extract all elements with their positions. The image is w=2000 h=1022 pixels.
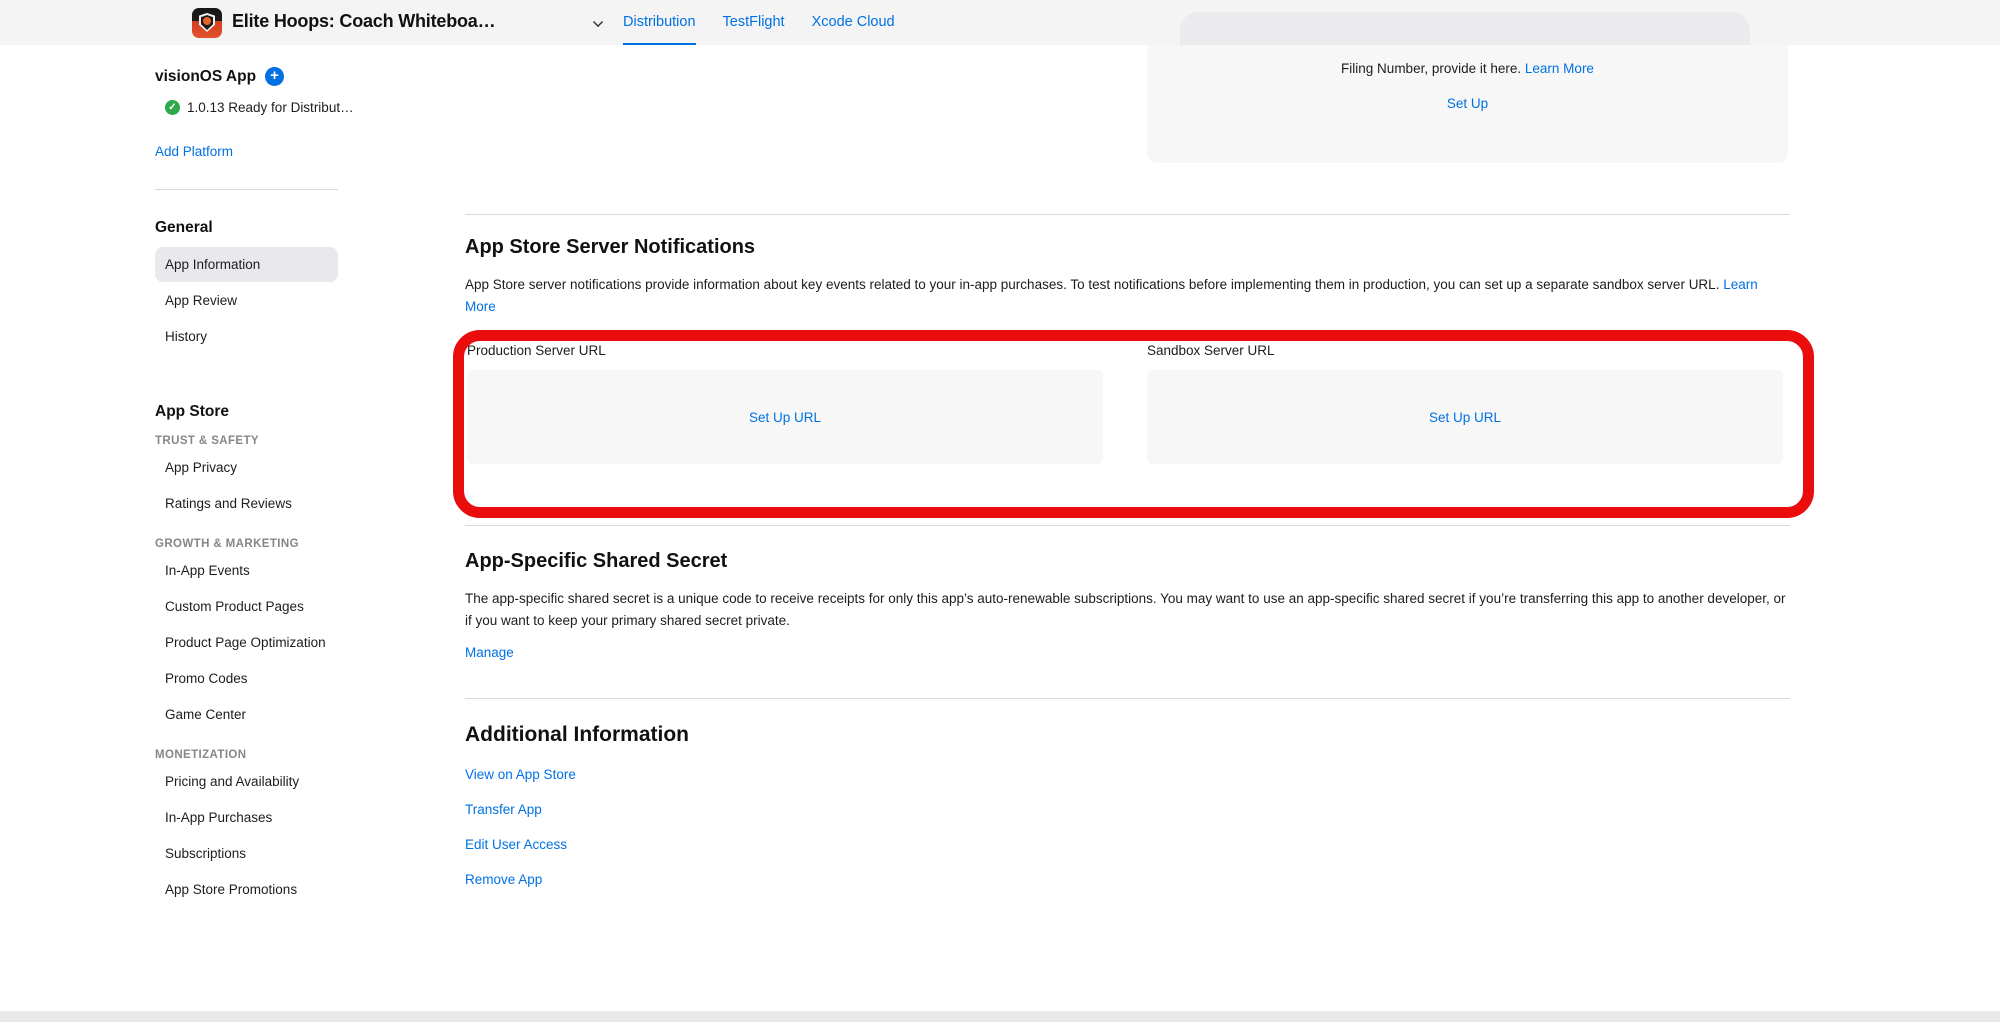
shared-secret-description: The app-specific shared secret is a uniq… [465, 588, 1790, 631]
add-platform-link[interactable]: Add Platform [155, 144, 233, 159]
footer-bar [0, 1011, 2000, 1022]
filing-card-top-edge [1180, 12, 1750, 45]
filing-learn-more-link[interactable]: Learn More [1525, 61, 1594, 76]
sandbox-url-panel: Set Up URL [1147, 370, 1783, 464]
main-tabs: Distribution TestFlight Xcode Cloud [623, 0, 895, 45]
remove-app-link[interactable]: Remove App [465, 872, 542, 887]
filing-card-message: Filing Number, provide it here. Learn Mo… [1147, 61, 1788, 76]
sidebar-item-in-app-events[interactable]: In-App Events [155, 553, 338, 588]
sidebar-item-pricing-availability[interactable]: Pricing and Availability [155, 764, 338, 799]
sidebar-item-app-privacy[interactable]: App Privacy [155, 450, 338, 485]
sidebar-item-custom-product-pages[interactable]: Custom Product Pages [155, 589, 338, 624]
ready-check-icon: ✓ [165, 100, 180, 115]
additional-information-title: Additional Information [465, 723, 1790, 747]
view-on-app-store-link[interactable]: View on App Store [465, 767, 576, 782]
sidebar-item-history[interactable]: History [155, 319, 338, 354]
platform-name: visionOS App [155, 68, 256, 86]
sidebar-item-game-center[interactable]: Game Center [155, 697, 338, 732]
server-notifications-title: App Store Server Notifications [465, 236, 1790, 259]
tab-xcode-cloud[interactable]: Xcode Cloud [812, 0, 895, 45]
sidebar-group-app-store: App Store [155, 403, 338, 421]
production-url-panel: Set Up URL [467, 370, 1103, 464]
sidebar-item-app-review[interactable]: App Review [155, 283, 338, 318]
sidebar-group-general: General [155, 219, 338, 237]
section-divider [465, 525, 1790, 526]
sidebar-item-in-app-purchases[interactable]: In-App Purchases [155, 800, 338, 835]
tab-distribution[interactable]: Distribution [623, 0, 696, 45]
sidebar-item-product-page-optimization[interactable]: Product Page Optimization [155, 625, 338, 660]
production-server-url-label: Production Server URL [467, 343, 1103, 358]
main-content: App Store Server Notifications App Store… [465, 45, 1790, 907]
production-url-column: Production Server URL Set Up URL [467, 343, 1103, 464]
chevron-down-icon[interactable] [593, 17, 603, 27]
sidebar-subgroup-monetization: MONETIZATION [155, 749, 338, 761]
transfer-app-link[interactable]: Transfer App [465, 802, 542, 817]
app-title[interactable]: Elite Hoops: Coach Whiteboa… [232, 11, 495, 32]
sidebar-item-subscriptions[interactable]: Subscriptions [155, 836, 338, 871]
sidebar-subgroup-growth-marketing: GROWTH & MARKETING [155, 538, 338, 550]
sandbox-server-url-label: Sandbox Server URL [1147, 343, 1783, 358]
shared-secret-title: App-Specific Shared Secret [465, 550, 1790, 573]
server-url-row: Production Server URL Set Up URL Sandbox… [465, 343, 1790, 464]
sandbox-set-up-url-link[interactable]: Set Up URL [1429, 410, 1501, 425]
sidebar-item-promo-codes[interactable]: Promo Codes [155, 661, 338, 696]
sidebar-item-ratings-reviews[interactable]: Ratings and Reviews [155, 486, 338, 521]
filing-set-up-link[interactable]: Set Up [1447, 96, 1488, 111]
section-divider [465, 698, 1790, 699]
production-set-up-url-link[interactable]: Set Up URL [749, 410, 821, 425]
tab-testflight[interactable]: TestFlight [723, 0, 785, 45]
version-status: 1.0.13 Ready for Distribut… [187, 100, 354, 115]
top-header: Elite Hoops: Coach Whiteboa… Distributio… [0, 0, 2000, 45]
basketball-icon [203, 17, 211, 25]
sandbox-url-column: Sandbox Server URL Set Up URL [1147, 343, 1783, 464]
sidebar-divider [155, 189, 338, 190]
sidebar: visionOS App + ✓ 1.0.13 Ready for Distri… [155, 45, 338, 907]
add-platform-plus-icon[interactable]: + [265, 67, 284, 86]
filing-number-card: Filing Number, provide it here. Learn Mo… [1147, 45, 1788, 163]
manage-link[interactable]: Manage [465, 645, 514, 660]
version-row[interactable]: ✓ 1.0.13 Ready for Distribut… [165, 100, 338, 115]
sidebar-subgroup-trust-safety: TRUST & SAFETY [155, 435, 338, 447]
additional-links: View on App Store Transfer App Edit User… [465, 767, 1790, 907]
edit-user-access-link[interactable]: Edit User Access [465, 837, 567, 852]
sidebar-item-app-information[interactable]: App Information [155, 247, 338, 282]
app-icon[interactable] [192, 8, 222, 38]
sidebar-item-app-store-promotions[interactable]: App Store Promotions [155, 872, 338, 907]
section-divider [465, 214, 1790, 215]
server-notifications-description: App Store server notifications provide i… [465, 274, 1790, 317]
